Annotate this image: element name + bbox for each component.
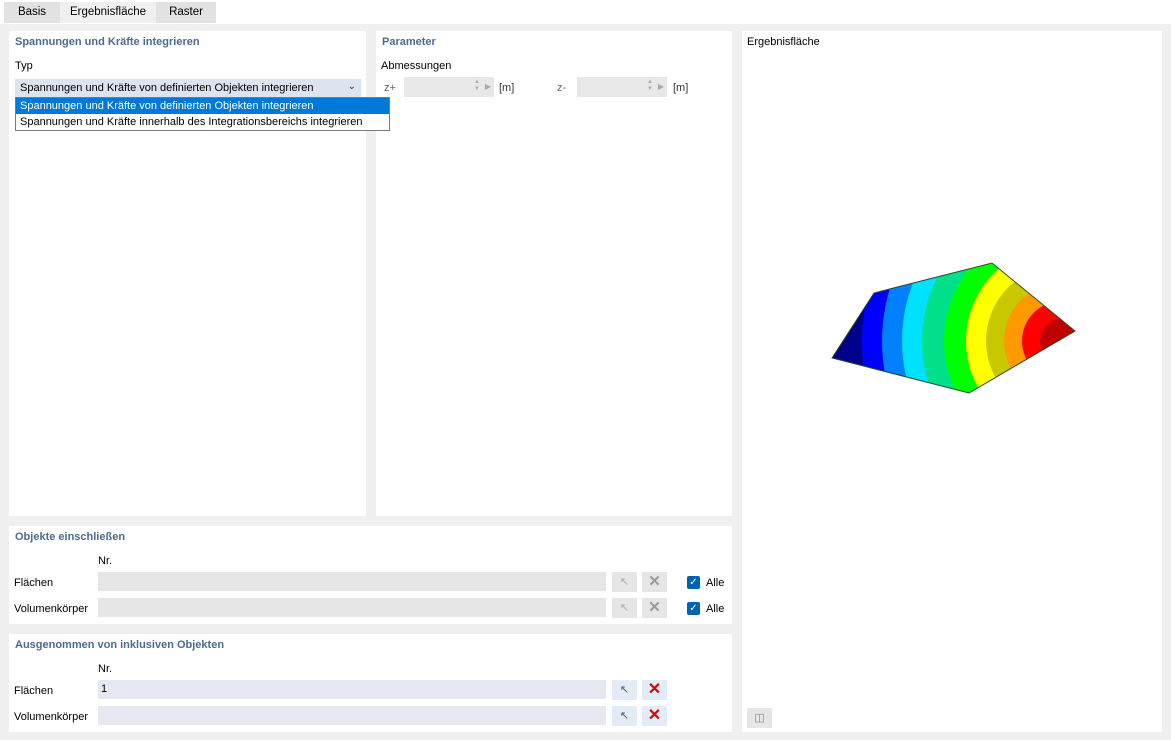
parameter-title: Parameter — [382, 36, 436, 48]
include-objects-panel: Objekte einschließen Nr. Flächen ↖ ✕ ✓ A… — [9, 526, 732, 624]
contour-band-10 — [1040, 319, 1075, 363]
check-icon: ✓ — [689, 603, 698, 614]
exclude-volumen-clear-button[interactable]: ✕ — [642, 706, 667, 726]
include-volumen-input[interactable] — [98, 598, 606, 617]
tab-basis[interactable]: Basis — [4, 2, 60, 23]
clear-x-icon: ✕ — [648, 599, 661, 616]
zplus-unit: [m] — [499, 82, 515, 94]
zplus-spinbox[interactable]: ▲ ▼ ▶ — [404, 77, 494, 97]
exclude-volumen-pick-button[interactable]: ↖ — [612, 706, 637, 726]
exclude-flaechen-clear-button[interactable]: ✕ — [642, 680, 667, 700]
exclude-nr-header: Nr. — [98, 663, 113, 675]
clear-x-icon: ✕ — [648, 573, 661, 590]
include-nr-header: Nr. — [98, 555, 113, 567]
include-flaechen-clear-button[interactable]: ✕ — [642, 572, 667, 592]
zplus-label: z+ — [384, 82, 396, 94]
typ-option-integration-area[interactable]: Spannungen und Kräfte innerhalb des Inte… — [16, 114, 389, 130]
view-options-button[interactable]: ◫ — [747, 708, 772, 728]
preview-panel: Ergebnisfläche ◫ — [742, 31, 1162, 732]
include-volumen-pick-button[interactable]: ↖ — [612, 598, 637, 618]
include-flaechen-label: Flächen — [14, 577, 54, 589]
include-volumen-all-checkbox[interactable]: ✓ — [687, 602, 700, 615]
exclude-volumen-input[interactable] — [98, 706, 606, 725]
contour-bands — [832, 263, 1075, 393]
spin-updown-icon[interactable]: ▲ ▼ — [474, 79, 480, 93]
cursor-pick-icon: ↖ — [619, 684, 630, 696]
abmessungen-label: Abmessungen — [381, 60, 452, 72]
caret-right-icon[interactable]: ▶ — [485, 82, 491, 91]
include-flaechen-pick-button[interactable]: ↖ — [612, 572, 637, 592]
tab-ergebnisflaeche[interactable]: Ergebnisfläche — [60, 2, 156, 23]
include-flaechen-input[interactable] — [98, 572, 606, 591]
exclude-objects-panel: Ausgenommen von inklusiven Objekten Nr. … — [9, 634, 732, 732]
typ-combobox[interactable]: Spannungen und Kräfte von definierten Ob… — [15, 79, 361, 97]
cursor-pick-icon: ↖ — [619, 576, 630, 588]
zminus-label: z- — [557, 82, 567, 94]
result-surface-graphic — [831, 262, 1076, 394]
contour-band-8 — [1004, 283, 1075, 393]
exclude-flaechen-label: Flächen — [14, 685, 54, 697]
typ-label: Typ — [15, 60, 33, 72]
exclude-volumen-label: Volumenkörper — [14, 711, 88, 723]
view-options-icon: ◫ — [754, 712, 765, 724]
include-volumen-clear-button[interactable]: ✕ — [642, 598, 667, 618]
tab-raster[interactable]: Raster — [156, 2, 216, 23]
check-icon: ✓ — [689, 577, 698, 588]
include-flaechen-all-checkbox[interactable]: ✓ — [687, 576, 700, 589]
zminus-unit: [m] — [673, 82, 689, 94]
include-title: Objekte einschließen — [15, 531, 126, 543]
caret-right-icon[interactable]: ▶ — [658, 82, 664, 91]
clear-x-icon: ✕ — [647, 681, 662, 698]
zminus-spinbox[interactable]: ▲ ▼ ▶ — [577, 77, 667, 97]
clear-x-icon: ✕ — [647, 707, 662, 724]
cursor-pick-icon: ↖ — [619, 710, 630, 722]
typ-combobox-value: Spannungen und Kräfte von definierten Ob… — [20, 82, 314, 94]
tab-bar: Basis Ergebnisfläche Raster — [0, 0, 1171, 24]
spin-updown-icon[interactable]: ▲ ▼ — [647, 79, 653, 93]
exclude-flaechen-pick-button[interactable]: ↖ — [612, 680, 637, 700]
cursor-pick-icon: ↖ — [619, 602, 630, 614]
exclude-title: Ausgenommen von inklusiven Objekten — [15, 639, 225, 651]
chevron-down-icon[interactable]: ⌄ — [348, 81, 356, 92]
include-flaechen-all-label: Alle — [706, 577, 725, 589]
integrate-panel: Spannungen und Kräfte integrieren Typ Sp… — [9, 31, 390, 516]
exclude-flaechen-input[interactable]: 1 — [98, 680, 606, 699]
contour-band-9 — [1022, 301, 1075, 381]
integrate-title: Spannungen und Kräfte integrieren — [15, 36, 200, 48]
include-volumen-all-label: Alle — [706, 603, 725, 615]
typ-option-defined-objects[interactable]: Spannungen und Kräfte von definierten Ob… — [16, 98, 389, 114]
typ-dropdown-list: Spannungen und Kräfte von definierten Ob… — [15, 97, 390, 131]
parameter-panel: Parameter Abmessungen z+ ▲ ▼ ▶ [m] z- ▲ ▼ … — [376, 31, 732, 516]
include-volumen-label: Volumenkörper — [14, 603, 88, 615]
